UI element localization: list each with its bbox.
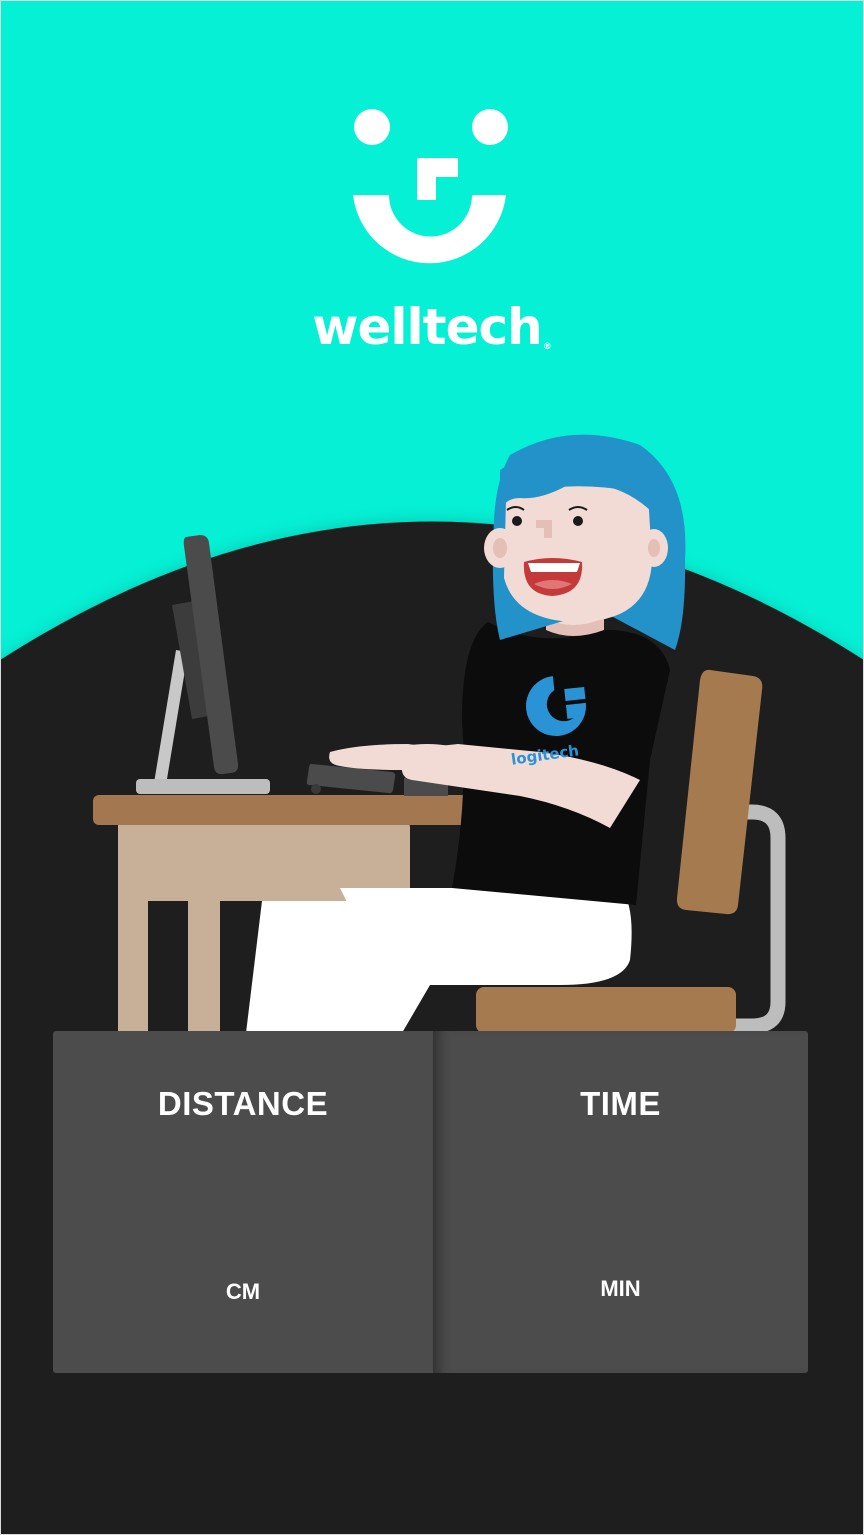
distance-stat-card: DISTANCE CM [53,1031,433,1373]
right-eye [573,516,583,526]
time-label: TIME [580,1085,661,1122]
distance-label: DISTANCE [157,1085,329,1122]
desk-leg-shadow [148,880,188,1033]
distance-unit: CM [225,1279,261,1304]
chair-seat [476,987,736,1033]
left-eye [512,516,522,526]
trademark-symbol: ® [542,342,552,352]
front-forearm-hand [402,744,470,776]
time-stat-card: TIME MIN [433,1031,808,1373]
brand-name-text: welltech [312,298,542,356]
desk-leg-right [188,880,220,1033]
app-screen: welltech® logitech DISTANCE CM TIME MIN [0,0,864,1535]
monitor-base [136,779,270,794]
desk-top [93,795,483,825]
brand-wordmark: welltech® [0,292,864,362]
time-unit: MIN [600,1276,641,1301]
keyboard-knob [311,784,321,794]
